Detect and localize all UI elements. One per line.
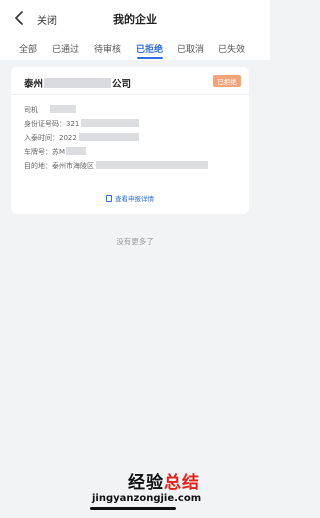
destination-label: 目的地： [24, 162, 52, 170]
status-badge: 已拒绝 [213, 75, 241, 87]
id-row: 身份证号码：321 [24, 119, 140, 129]
home-indicator [90, 507, 176, 510]
id-label: 身份证号码： [24, 120, 66, 128]
redacted-block [44, 78, 112, 88]
status-tabs: 全部 已通过 待审核 已拒绝 已取消 已失效 [0, 36, 270, 60]
document-icon [106, 195, 112, 202]
company-name-prefix: 泰州 [24, 79, 44, 90]
enterprise-card[interactable]: 泰州 公司 已拒绝 司机 身份证号码：321 入泰时间：2022 车牌号：苏M 目… [11, 67, 249, 214]
plate-row: 车牌号：苏M [24, 147, 87, 157]
plate-label: 车牌号： [24, 148, 52, 156]
destination-value: 泰州市海陵区 [52, 162, 94, 170]
watermark-logo: 经验总结 [128, 468, 200, 493]
redacted-block [81, 119, 140, 127]
tab-cancelled[interactable]: 已取消 [177, 42, 204, 55]
page-title: 我的企业 [113, 13, 157, 26]
entry-value: 2022 [59, 134, 77, 142]
watermark-logo-part-b: 总结 [164, 473, 200, 493]
tab-pending[interactable]: 待审核 [94, 42, 121, 55]
divider [11, 94, 249, 95]
redacted-block [66, 147, 87, 155]
watermark-logo-part-a: 经验 [128, 473, 164, 493]
company-name: 泰州 公司 [24, 76, 131, 90]
tab-rejected[interactable]: 已拒绝 [136, 42, 163, 55]
plate-value: 苏M [52, 148, 66, 156]
top-nav-bar: 关闭 我的企业 [0, 0, 270, 36]
entry-label: 入泰时间： [24, 134, 59, 142]
driver-label: 司机 [24, 106, 38, 114]
id-value: 321 [66, 120, 80, 128]
watermark-url: jingyanzongjie.com [92, 493, 202, 504]
driver-row: 司机 [24, 105, 77, 115]
no-more-text: 没有更多了 [116, 237, 154, 246]
redacted-block [78, 133, 139, 141]
entry-time-row: 入泰时间：2022 [24, 133, 139, 143]
tab-all[interactable]: 全部 [19, 42, 37, 55]
tab-expired[interactable]: 已失效 [218, 42, 245, 55]
destination-row: 目的地：泰州市海陵区 [24, 161, 208, 171]
redacted-block [96, 161, 208, 169]
redacted-block [50, 105, 77, 113]
tab-approved[interactable]: 已通过 [52, 42, 79, 55]
active-tab-indicator [137, 57, 163, 59]
detail-link-label: 查看申报详情 [115, 195, 154, 203]
company-name-suffix: 公司 [112, 79, 132, 90]
view-declaration-detail-link[interactable]: 查看申报详情 [11, 193, 249, 203]
